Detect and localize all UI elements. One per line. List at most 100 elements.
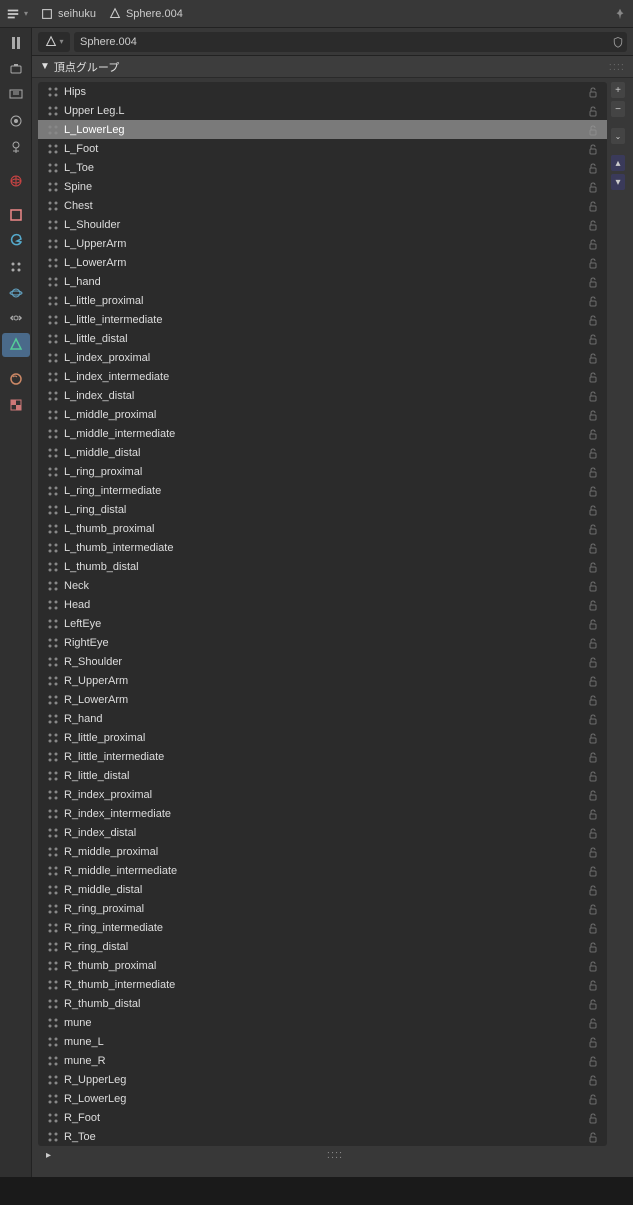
tab-texture[interactable] <box>2 393 30 417</box>
lock-icon[interactable] <box>587 523 599 535</box>
lock-icon[interactable] <box>587 238 599 250</box>
lock-icon[interactable] <box>587 998 599 1010</box>
vertex-group-row[interactable]: R_little_distal <box>38 766 607 785</box>
vertex-group-row[interactable]: L_little_intermediate <box>38 310 607 329</box>
vertex-group-row[interactable]: Neck <box>38 576 607 595</box>
lock-icon[interactable] <box>587 979 599 991</box>
vertex-group-row[interactable]: Chest <box>38 196 607 215</box>
vertex-group-row[interactable]: R_UpperArm <box>38 671 607 690</box>
vertex-group-row[interactable]: R_UpperLeg <box>38 1070 607 1089</box>
tab-data[interactable] <box>2 333 30 357</box>
lock-icon[interactable] <box>587 941 599 953</box>
lock-icon[interactable] <box>587 903 599 915</box>
vertex-group-row[interactable]: R_thumb_distal <box>38 994 607 1013</box>
lock-icon[interactable] <box>587 352 599 364</box>
tab-viewlayer[interactable] <box>2 109 30 133</box>
lock-icon[interactable] <box>587 542 599 554</box>
lock-icon[interactable] <box>587 675 599 687</box>
lock-icon[interactable] <box>587 865 599 877</box>
lock-icon[interactable] <box>587 713 599 725</box>
vertex-group-row[interactable]: L_hand <box>38 272 607 291</box>
datablock-name-field[interactable]: Sphere.004 <box>74 32 609 52</box>
lock-icon[interactable] <box>587 390 599 402</box>
lock-icon[interactable] <box>587 960 599 972</box>
lock-icon[interactable] <box>587 732 599 744</box>
vertex-group-row[interactable]: Spine <box>38 177 607 196</box>
tab-material[interactable] <box>2 367 30 391</box>
lock-icon[interactable] <box>587 504 599 516</box>
vertex-groups-panel-header[interactable]: ▼ 頂点グループ :::: <box>32 56 633 78</box>
lock-icon[interactable] <box>587 1074 599 1086</box>
lock-icon[interactable] <box>587 466 599 478</box>
tab-output[interactable] <box>2 83 30 107</box>
lock-icon[interactable] <box>587 428 599 440</box>
vertex-group-row[interactable]: R_Shoulder <box>38 652 607 671</box>
lock-icon[interactable] <box>587 181 599 193</box>
tab-modifier[interactable] <box>2 229 30 253</box>
pin-icon[interactable] <box>613 7 627 21</box>
vertex-group-row[interactable]: R_LowerLeg <box>38 1089 607 1108</box>
remove-vertex-group-button[interactable]: − <box>611 101 625 117</box>
lock-icon[interactable] <box>587 751 599 763</box>
tab-scene[interactable] <box>2 135 30 159</box>
vertex-group-row[interactable]: L_ring_intermediate <box>38 481 607 500</box>
vertex-group-row[interactable]: R_little_proximal <box>38 728 607 747</box>
vertex-group-row[interactable]: mune_L <box>38 1032 607 1051</box>
lock-icon[interactable] <box>587 124 599 136</box>
lock-icon[interactable] <box>587 1093 599 1105</box>
lock-icon[interactable] <box>587 485 599 497</box>
tab-object[interactable] <box>2 203 30 227</box>
vertex-group-row[interactable]: L_LowerArm <box>38 253 607 272</box>
vertex-group-row[interactable]: L_middle_intermediate <box>38 424 607 443</box>
vertex-group-row[interactable]: L_little_distal <box>38 329 607 348</box>
lock-icon[interactable] <box>587 162 599 174</box>
lock-icon[interactable] <box>587 694 599 706</box>
vertex-group-row[interactable]: Hips <box>38 82 607 101</box>
tab-physics[interactable] <box>2 281 30 305</box>
lock-icon[interactable] <box>587 86 599 98</box>
vertex-group-row[interactable]: L_ring_distal <box>38 500 607 519</box>
lock-icon[interactable] <box>587 637 599 649</box>
lock-icon[interactable] <box>587 827 599 839</box>
vertex-group-row[interactable]: R_middle_distal <box>38 880 607 899</box>
lock-icon[interactable] <box>587 884 599 896</box>
vertex-group-row[interactable]: L_index_intermediate <box>38 367 607 386</box>
vertex-group-row[interactable]: R_middle_intermediate <box>38 861 607 880</box>
lock-icon[interactable] <box>587 599 599 611</box>
lock-icon[interactable] <box>587 409 599 421</box>
vertex-group-row[interactable]: L_little_proximal <box>38 291 607 310</box>
vertex-group-row[interactable]: L_middle_distal <box>38 443 607 462</box>
lock-icon[interactable] <box>587 143 599 155</box>
lock-icon[interactable] <box>587 618 599 630</box>
tab-constraint[interactable] <box>2 307 30 331</box>
lock-icon[interactable] <box>587 295 599 307</box>
lock-icon[interactable] <box>587 105 599 117</box>
vertex-group-row[interactable]: L_thumb_distal <box>38 557 607 576</box>
vertex-group-row[interactable]: R_Foot <box>38 1108 607 1127</box>
vertex-group-row[interactable]: Head <box>38 595 607 614</box>
lock-icon[interactable] <box>587 314 599 326</box>
lock-icon[interactable] <box>587 789 599 801</box>
lock-icon[interactable] <box>587 1112 599 1124</box>
vertex-group-row[interactable]: R_hand <box>38 709 607 728</box>
lock-icon[interactable] <box>587 1055 599 1067</box>
expand-row[interactable]: ▸ :::: <box>32 1146 633 1164</box>
tab-particle[interactable] <box>2 255 30 279</box>
lock-icon[interactable] <box>587 922 599 934</box>
lock-icon[interactable] <box>587 447 599 459</box>
lock-icon[interactable] <box>587 276 599 288</box>
vertex-group-row[interactable]: mune <box>38 1013 607 1032</box>
vertex-group-row[interactable]: L_ring_proximal <box>38 462 607 481</box>
move-up-button[interactable]: ▴ <box>611 155 625 171</box>
vertex-group-row[interactable]: R_thumb_intermediate <box>38 975 607 994</box>
vertex-group-row[interactable]: R_LowerArm <box>38 690 607 709</box>
lock-icon[interactable] <box>587 257 599 269</box>
tab-tool[interactable] <box>2 31 30 55</box>
lock-icon[interactable] <box>587 580 599 592</box>
lock-icon[interactable] <box>587 1036 599 1048</box>
vertex-group-row[interactable]: L_index_proximal <box>38 348 607 367</box>
vertex-group-row[interactable]: L_Shoulder <box>38 215 607 234</box>
vertex-group-row[interactable]: R_index_proximal <box>38 785 607 804</box>
vertex-group-row[interactable]: Upper Leg.L <box>38 101 607 120</box>
vertex-group-row[interactable]: R_ring_intermediate <box>38 918 607 937</box>
